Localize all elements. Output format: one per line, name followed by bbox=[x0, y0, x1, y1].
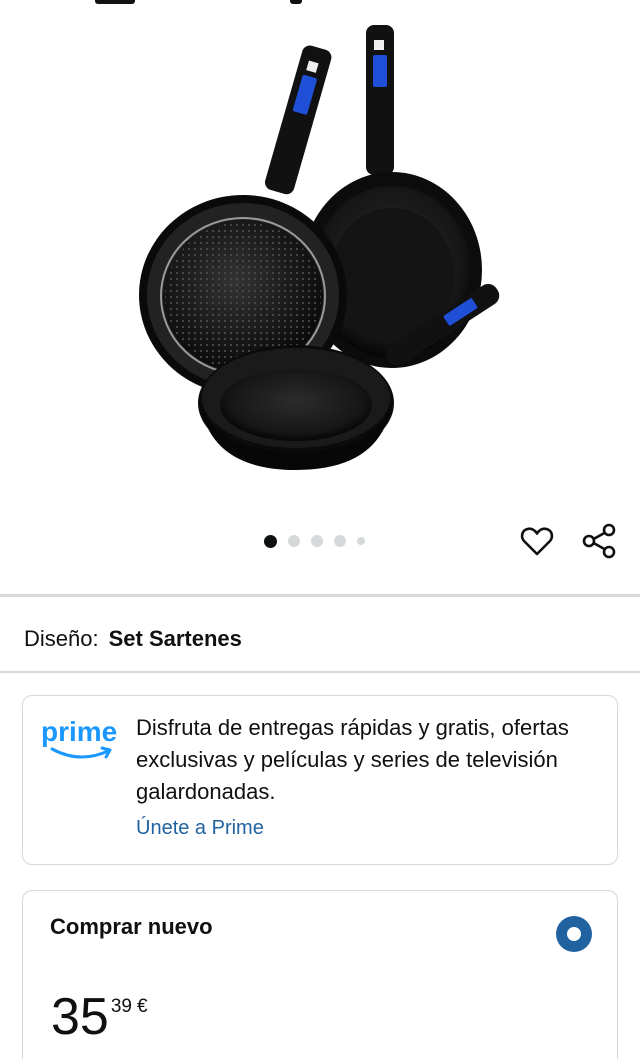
carousel-dot[interactable] bbox=[288, 535, 300, 547]
product-image[interactable] bbox=[0, 0, 640, 520]
carousel-dot[interactable] bbox=[334, 535, 346, 547]
carousel-dot[interactable] bbox=[311, 535, 323, 547]
prime-description: Disfruta de entregas rápidas y gratis, o… bbox=[136, 715, 569, 804]
section-divider bbox=[0, 671, 640, 673]
share-button[interactable] bbox=[580, 522, 618, 560]
price-whole: 35 bbox=[51, 988, 109, 1046]
section-divider bbox=[0, 594, 640, 597]
carousel-dot[interactable] bbox=[357, 537, 365, 545]
carousel-dot[interactable] bbox=[264, 534, 277, 548]
prime-promo-card: prime Disfruta de entregas rápidas y gra… bbox=[22, 695, 618, 865]
price: 35 39 € bbox=[51, 987, 148, 1047]
heart-icon bbox=[520, 527, 554, 556]
price-currency: € bbox=[136, 996, 148, 1017]
prime-logo: prime bbox=[40, 716, 124, 764]
design-label: Diseño: bbox=[24, 626, 99, 651]
share-icon bbox=[582, 523, 616, 559]
frying-pan-set-image bbox=[139, 25, 500, 470]
buy-new-card[interactable]: Comprar nuevo 35 39 € bbox=[22, 890, 618, 1059]
add-to-wishlist-button[interactable] bbox=[519, 523, 555, 559]
buy-new-radio[interactable] bbox=[556, 916, 592, 952]
join-prime-link[interactable]: Únete a Prime bbox=[136, 817, 264, 840]
design-selector[interactable]: Diseño: Set Sartenes bbox=[24, 622, 242, 656]
svg-text:prime: prime bbox=[41, 716, 117, 747]
design-value: Set Sartenes bbox=[108, 626, 242, 651]
price-fraction: 39 bbox=[110, 996, 132, 1017]
image-carousel-dots[interactable] bbox=[264, 534, 365, 548]
buy-new-title: Comprar nuevo bbox=[50, 914, 213, 939]
